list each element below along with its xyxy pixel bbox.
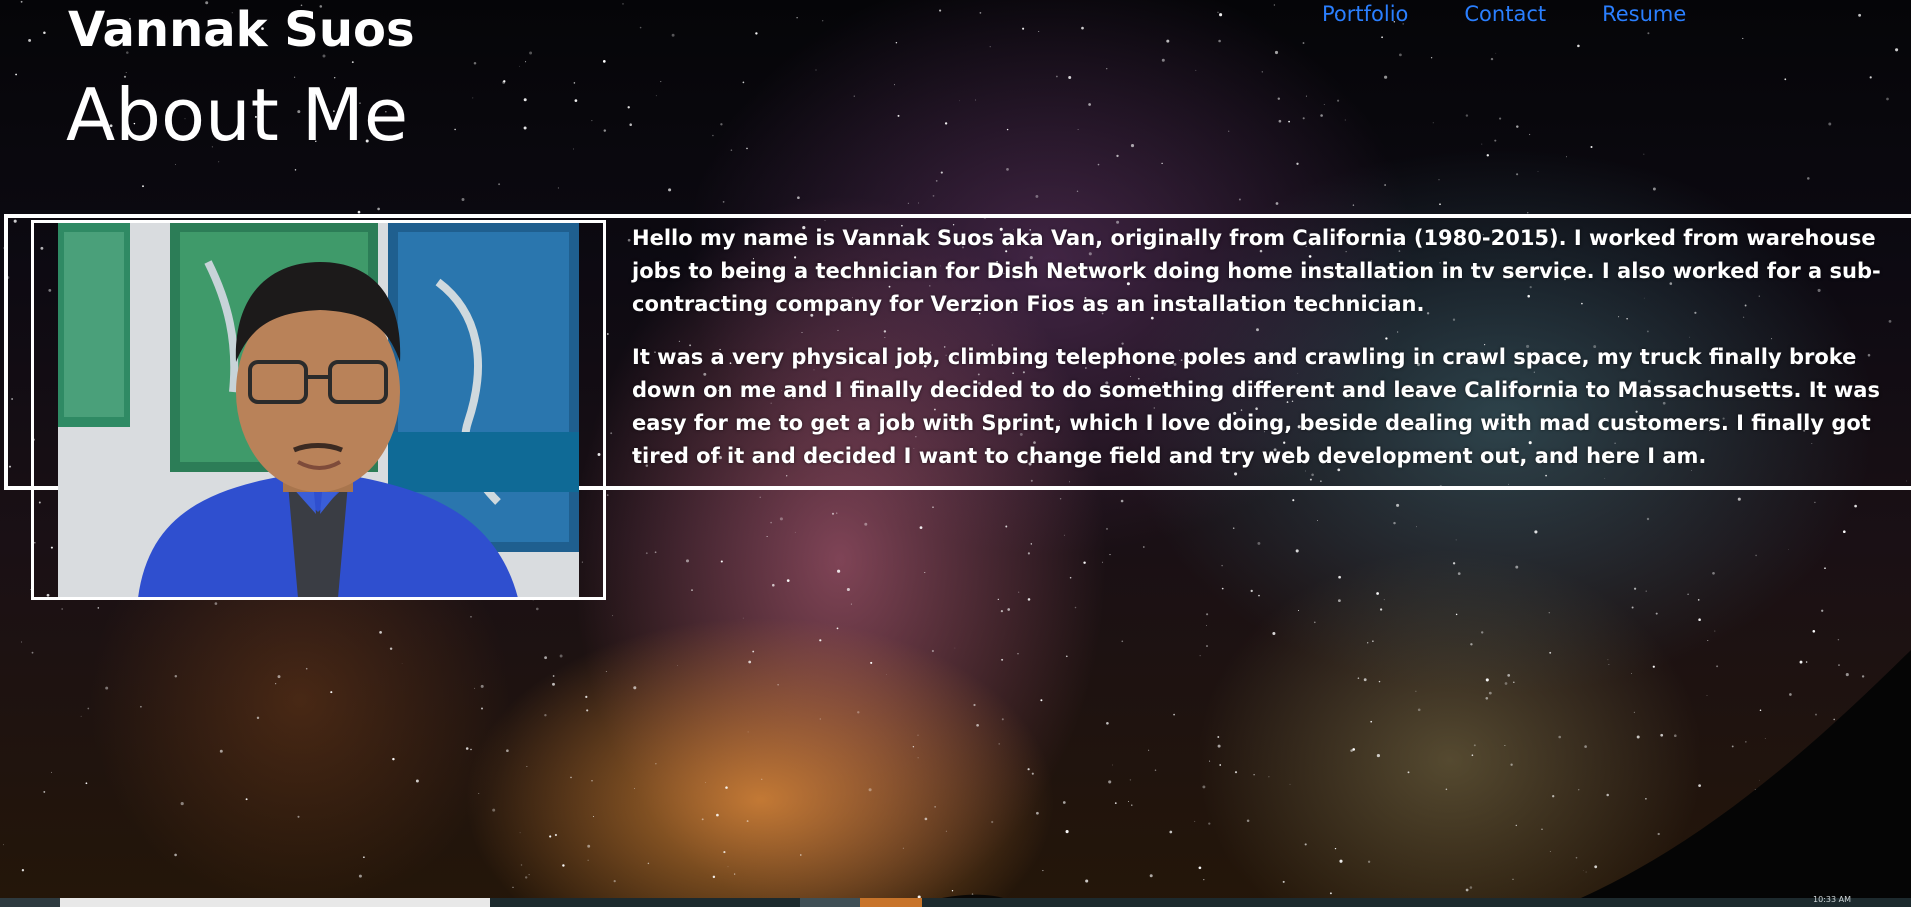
profile-photo-frame xyxy=(31,220,606,600)
taskbar-start[interactable] xyxy=(0,898,60,907)
top-nav: Portfolio Contact Resume xyxy=(1322,0,1686,28)
taskbar: 10:33 AM xyxy=(0,895,1911,907)
taskbar-app-active[interactable] xyxy=(860,898,922,907)
taskbar-app[interactable] xyxy=(800,898,860,907)
taskbar-clock: 10:33 AM xyxy=(1813,895,1851,904)
taskbar-search[interactable] xyxy=(60,898,490,907)
bio-paragraph-2: It was a very physical job, climbing tel… xyxy=(632,345,1880,468)
nav-link-portfolio[interactable]: Portfolio xyxy=(1322,0,1408,28)
nav-link-resume[interactable]: Resume xyxy=(1602,0,1686,28)
bio-paragraph-1: Hello my name is Vannak Suos aka Van, or… xyxy=(632,226,1881,316)
page: Vannak Suos About Me Portfolio Contact R… xyxy=(0,0,1911,907)
about-bio: Hello my name is Vannak Suos aka Van, or… xyxy=(632,222,1911,493)
nav-link-contact[interactable]: Contact xyxy=(1464,0,1546,28)
site-title: Vannak Suos xyxy=(68,2,415,58)
page-heading: About Me xyxy=(66,73,409,157)
